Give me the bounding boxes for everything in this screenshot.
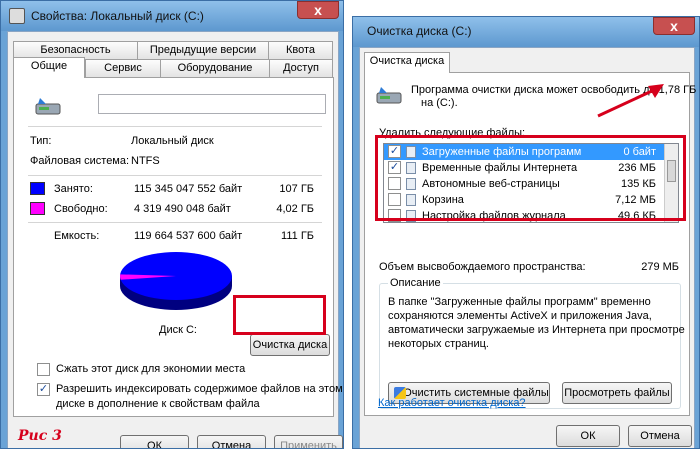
properties-title: Свойства: Локальный диск (C:) <box>31 9 204 23</box>
description-group: Описание В папке "Загруженные файлы прог… <box>379 277 685 409</box>
capacity-bytes: 119 664 537 600 байт <box>134 230 243 242</box>
ok-button[interactable]: ОК <box>120 435 189 448</box>
divider <box>28 175 322 176</box>
tab-disk-cleanup[interactable]: Очистка диска <box>364 52 450 73</box>
divider <box>28 222 322 223</box>
highlight-cleanup-button <box>233 295 326 335</box>
properties-client: Безопасность Предыдущие версии Квота Общ… <box>7 31 343 448</box>
description-title: Описание <box>388 277 443 289</box>
cleanup-panel: Программа очистки диска может освободить… <box>364 72 696 416</box>
cleanup-ok-button[interactable]: ОК <box>556 425 620 447</box>
tab-previous-versions[interactable]: Предыдущие версии <box>137 41 269 60</box>
type-label: Тип: <box>30 135 52 147</box>
compress-checkbox[interactable] <box>37 363 50 376</box>
cancel-button[interactable]: Отмена <box>197 435 266 448</box>
properties-window: Свойства: Локальный диск (C:) x Безопасн… <box>0 0 344 449</box>
capacity-size: 111 ГБ <box>281 230 314 242</box>
used-color-swatch <box>30 182 45 195</box>
capacity-label: Емкость: <box>54 230 100 242</box>
volume-label-input[interactable] <box>98 94 326 114</box>
view-files-button[interactable]: Просмотреть файлы <box>562 382 672 404</box>
cleanup-titlebar[interactable]: Очистка диска (C:) x <box>353 17 699 47</box>
divider <box>28 126 322 127</box>
drive-icon <box>9 8 25 24</box>
space-label: Объем высвобождаемого пространства: <box>379 261 586 273</box>
free-label: Свободно: <box>54 203 108 215</box>
disk-usage-pie <box>120 252 232 310</box>
hard-drive-icon <box>35 98 61 115</box>
used-bytes: 115 345 047 552 байт <box>134 183 243 195</box>
cleanup-cancel-button[interactable]: Отмена <box>628 425 692 447</box>
tab-tools[interactable]: Сервис <box>85 59 161 78</box>
filesystem-value: NTFS <box>131 155 160 167</box>
properties-titlebar[interactable]: Свойства: Локальный диск (C:) x <box>1 1 343 31</box>
figure-caption: Рис 3 <box>18 428 62 444</box>
filesystem-label: Файловая система: <box>30 155 130 167</box>
tab-sharing[interactable]: Доступ <box>269 59 333 78</box>
free-size: 4,02 ГБ <box>276 203 314 215</box>
arrow-annotation <box>597 84 664 118</box>
free-bytes: 4 319 490 048 байт <box>134 203 231 215</box>
space-value: 279 МБ <box>641 261 679 273</box>
tab-general[interactable]: Общие <box>13 57 85 78</box>
used-size: 107 ГБ <box>279 183 314 195</box>
apply-button[interactable]: Применить <box>274 435 343 448</box>
highlight-files-list <box>375 135 686 221</box>
cleanup-title: Очистка диска (C:) <box>367 24 472 38</box>
description-line: сохраняются элементы ActiveX и приложени… <box>388 310 652 322</box>
tab-quota[interactable]: Квота <box>268 41 333 60</box>
index-checkbox[interactable]: ✓ <box>37 383 50 396</box>
general-panel: Тип: Локальный диск Файловая система: NT… <box>13 77 343 417</box>
index-label-line2: диске в дополнение к свойствам файла <box>56 398 260 410</box>
type-value: Локальный диск <box>131 135 214 147</box>
index-label-line1: Разрешить индексировать содержимое файло… <box>56 383 343 395</box>
close-icon[interactable]: x <box>297 1 339 19</box>
cleanup-drive-icon <box>376 87 402 104</box>
description-line: В папке "Загруженные файлы программ" вре… <box>388 296 651 308</box>
disk-cleanup-button[interactable]: Очистка диска <box>250 334 330 356</box>
used-label: Занято: <box>54 183 93 195</box>
cleanup-summary-line2: на (C:). <box>421 97 458 109</box>
description-line: некоторых страниц. <box>388 338 489 350</box>
help-link[interactable]: Как работает очистка диска? <box>378 397 526 409</box>
description-line: автоматически загружаемые из Интернета п… <box>388 324 685 336</box>
tab-hardware[interactable]: Оборудование <box>160 59 270 78</box>
compress-label: Сжать этот диск для экономии места <box>56 363 246 375</box>
close-icon[interactable]: x <box>653 17 695 35</box>
disk-label: Диск C: <box>159 324 197 336</box>
free-color-swatch <box>30 202 45 215</box>
